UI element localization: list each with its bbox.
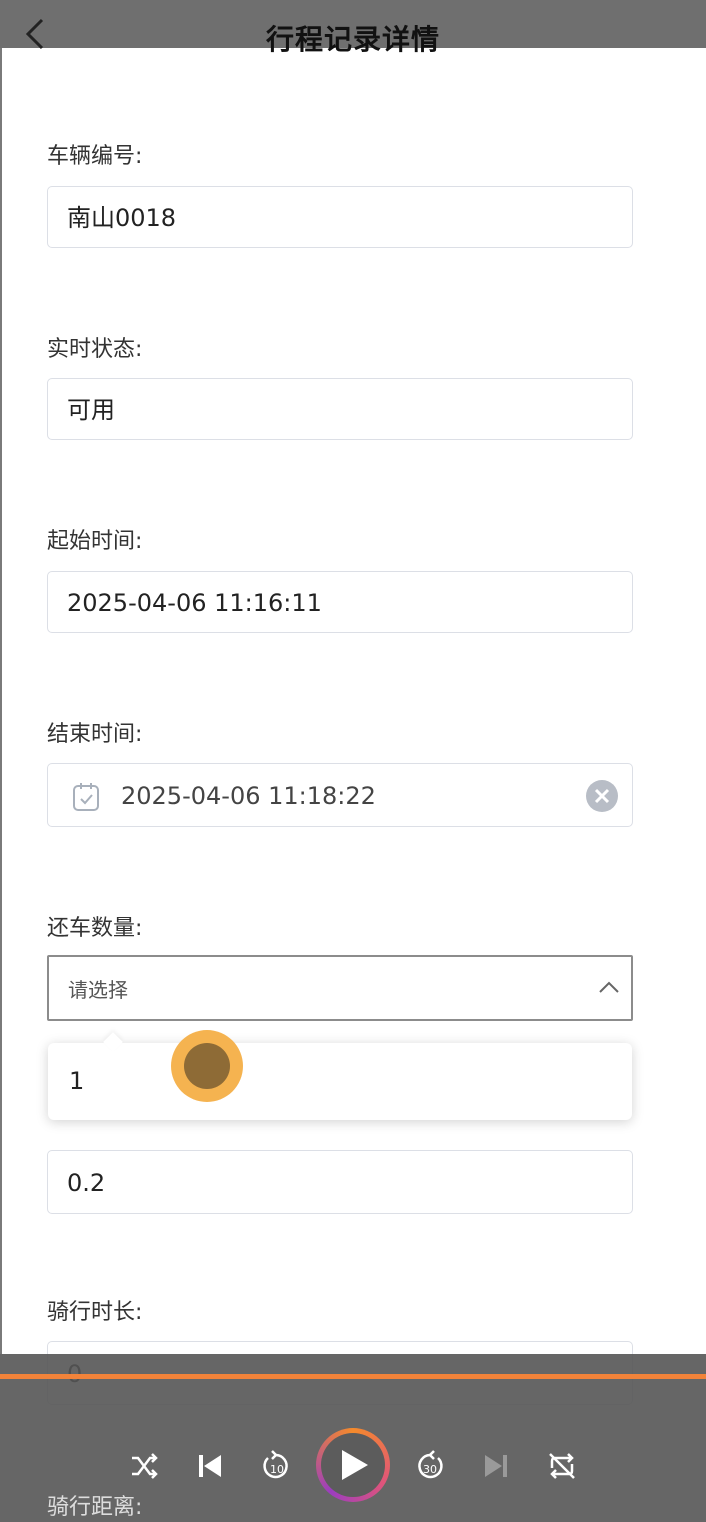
rewind-10-icon[interactable]: 10	[258, 1448, 294, 1484]
price-value: 0.2	[67, 1169, 106, 1197]
vehicle-number-field[interactable]: 南山0018	[47, 186, 633, 248]
status-field[interactable]: 可用	[47, 378, 633, 440]
clear-icon[interactable]	[586, 780, 618, 812]
play-button[interactable]	[316, 1428, 390, 1502]
forward-30-icon[interactable]: 30	[412, 1448, 448, 1484]
status-value: 可用	[67, 396, 115, 424]
play-icon	[342, 1450, 368, 1480]
vehicle-number-value: 南山0018	[67, 204, 177, 232]
calendar-icon	[73, 783, 99, 811]
distance-label: 骑行距离:	[47, 1495, 143, 1520]
chevron-up-icon	[599, 981, 619, 993]
skip-previous-icon[interactable]	[192, 1448, 228, 1484]
playback-progress-bar[interactable]	[0, 1374, 706, 1379]
start-time-field[interactable]: 2025-04-06 11:16:11	[47, 571, 633, 633]
skip-next-icon[interactable]	[478, 1448, 514, 1484]
status-label: 实时状态:	[47, 337, 143, 362]
end-time-picker[interactable]: 2025-04-06 11:18:22	[47, 763, 633, 827]
return-quantity-select[interactable]: 请选择	[47, 955, 633, 1021]
start-time-value: 2025-04-06 11:16:11	[67, 589, 322, 617]
return-quantity-placeholder: 请选择	[68, 978, 128, 1002]
end-time-value: 2025-04-06 11:18:22	[121, 782, 376, 810]
return-quantity-label: 还车数量:	[47, 916, 143, 941]
repeat-icon[interactable]	[544, 1448, 580, 1484]
shuffle-icon[interactable]	[126, 1448, 162, 1484]
end-time-label: 结束时间:	[47, 722, 143, 747]
left-edge-divider	[0, 48, 2, 1354]
start-time-label: 起始时间:	[47, 529, 143, 554]
duration-label: 骑行时长:	[47, 1300, 143, 1325]
rewind-seconds-text: 10	[270, 1463, 284, 1476]
vehicle-number-label: 车辆编号:	[47, 144, 143, 169]
forward-seconds-text: 30	[423, 1463, 437, 1476]
header-bar: 行程记录详情	[0, 0, 706, 56]
dropdown-arrow	[103, 1032, 123, 1052]
page-title: 行程记录详情	[265, 23, 440, 56]
return-quantity-dropdown: 1	[48, 1032, 632, 1120]
touch-cursor-indicator	[171, 1030, 243, 1102]
price-field[interactable]: 0.2	[47, 1150, 633, 1214]
dropdown-option[interactable]: 1	[69, 1043, 84, 1120]
